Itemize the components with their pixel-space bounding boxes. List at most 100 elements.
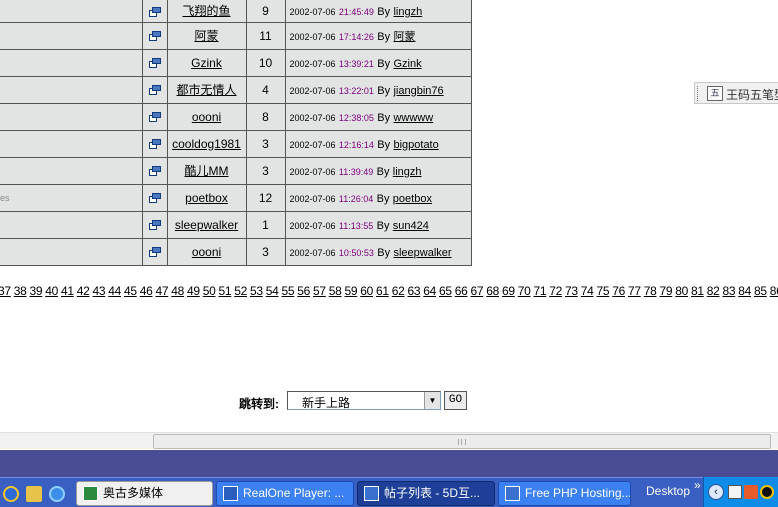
page-link[interactable]: 60	[360, 284, 373, 298]
page-link[interactable]: 71	[534, 284, 547, 298]
thread-title[interactable]: es	[0, 193, 10, 203]
page-link[interactable]: 48	[171, 284, 184, 298]
page-link[interactable]: 84	[738, 284, 751, 298]
last-poster-link[interactable]: lingzh	[393, 6, 422, 18]
dropdown-arrow-icon[interactable]: ▼	[424, 392, 440, 409]
author-link[interactable]: cooldog1981	[172, 137, 241, 151]
thread-popup-icon[interactable]	[148, 58, 161, 69]
page-link[interactable]: 67	[471, 284, 484, 298]
page-link[interactable]: 72	[549, 284, 562, 298]
page-link[interactable]: 63	[408, 284, 421, 298]
author-link[interactable]: 飞翔的鱼	[182, 4, 230, 18]
last-poster-link[interactable]: jiangbin76	[393, 85, 443, 97]
thread-popup-icon[interactable]	[148, 31, 161, 42]
page-link[interactable]: 66	[455, 284, 468, 298]
page-link[interactable]: 45	[124, 284, 137, 298]
page-link[interactable]: 58	[329, 284, 342, 298]
page-link[interactable]: 82	[707, 284, 720, 298]
ime-toolbar[interactable]: 五 王码五笔型	[694, 82, 778, 104]
last-poster-link[interactable]: sun424	[393, 220, 429, 232]
page-link[interactable]: 61	[376, 284, 389, 298]
horizontal-scrollbar[interactable]	[0, 432, 778, 449]
page-link[interactable]: 83	[723, 284, 736, 298]
last-poster-link[interactable]: lingzh	[393, 166, 422, 178]
page-link[interactable]: 56	[297, 284, 310, 298]
ime-name[interactable]: 王码五笔型	[726, 86, 778, 103]
desktop-toolbar[interactable]: Desktop	[638, 478, 694, 507]
page-link[interactable]: 39	[30, 284, 43, 298]
page-link[interactable]: 46	[140, 284, 153, 298]
page-link[interactable]: 50	[203, 284, 216, 298]
thread-popup-icon[interactable]	[148, 6, 161, 17]
page-link[interactable]: 85	[754, 284, 767, 298]
page-link[interactable]: 65	[439, 284, 452, 298]
page-link[interactable]: 81	[691, 284, 704, 298]
page-link[interactable]: 73	[565, 284, 578, 298]
app-tray-icon[interactable]	[744, 485, 758, 499]
thread-popup-icon[interactable]	[148, 193, 161, 204]
page-link[interactable]: 54	[266, 284, 279, 298]
author-link[interactable]: oooni	[192, 245, 221, 259]
page-link[interactable]: 37	[0, 284, 11, 298]
last-poster-link[interactable]: sleepwalker	[393, 247, 451, 259]
page-link[interactable]: 62	[392, 284, 405, 298]
page-link[interactable]: 69	[502, 284, 515, 298]
scrollbar-thumb[interactable]	[153, 434, 771, 449]
taskbar-button[interactable]: RealOne Player: ...	[216, 481, 354, 506]
thread-popup-icon[interactable]	[148, 85, 161, 96]
page-link[interactable]: 44	[108, 284, 121, 298]
taskbar-button[interactable]: 帖子列表 - 5D互...	[357, 481, 495, 506]
page-link[interactable]: 40	[45, 284, 58, 298]
author-link[interactable]: Gzink	[191, 56, 222, 70]
author-link[interactable]: 都市无情人	[176, 83, 236, 97]
page-link[interactable]: 74	[581, 284, 594, 298]
thread-popup-icon[interactable]	[148, 112, 161, 123]
author-link[interactable]: 阿蒙	[194, 29, 218, 43]
page-link[interactable]: 64	[423, 284, 436, 298]
page-link[interactable]: 59	[345, 284, 358, 298]
thread-popup-icon[interactable]	[148, 166, 161, 177]
page-link[interactable]: 49	[187, 284, 200, 298]
forum-jump-select[interactable]: 新手上路 ▼	[287, 391, 441, 410]
last-poster-link[interactable]: 阿蒙	[393, 31, 415, 43]
media-player-icon[interactable]	[3, 486, 19, 502]
page-link[interactable]: 79	[660, 284, 673, 298]
internet-explorer-icon[interactable]	[49, 486, 65, 502]
author-link[interactable]: 酷儿MM	[185, 164, 229, 178]
last-poster-link[interactable]: bigpotato	[393, 139, 438, 151]
last-poster-link[interactable]: Gzink	[393, 58, 421, 70]
page-link[interactable]: 55	[282, 284, 295, 298]
thread-popup-icon[interactable]	[148, 139, 161, 150]
page-link[interactable]: 41	[61, 284, 74, 298]
page-link[interactable]: 70	[518, 284, 531, 298]
thread-popup-icon[interactable]	[148, 220, 161, 231]
page-link[interactable]: 52	[234, 284, 247, 298]
ime-logo-icon[interactable]: 五	[707, 86, 723, 101]
page-link[interactable]: 75	[597, 284, 610, 298]
page-link[interactable]: 68	[486, 284, 499, 298]
page-link[interactable]: 77	[628, 284, 641, 298]
page-link[interactable]: 57	[313, 284, 326, 298]
author-link[interactable]: oooni	[192, 110, 221, 124]
taskbar-button[interactable]: 奥古多媒体	[76, 481, 213, 506]
page-link[interactable]: 76	[612, 284, 625, 298]
qq-icon[interactable]	[760, 485, 774, 499]
page-link[interactable]: 78	[644, 284, 657, 298]
last-poster-link[interactable]: wwwww	[393, 112, 433, 124]
page-link[interactable]: 80	[675, 284, 688, 298]
page-link[interactable]: 53	[250, 284, 263, 298]
go-button[interactable]: GO	[444, 391, 467, 410]
page-link[interactable]: 51	[219, 284, 232, 298]
taskbar-button[interactable]: Free PHP Hosting...	[498, 481, 631, 506]
ime-tray-icon[interactable]	[728, 485, 742, 499]
thread-popup-icon[interactable]	[148, 247, 161, 258]
page-link[interactable]: 47	[156, 284, 169, 298]
last-poster-link[interactable]: poetbox	[393, 193, 432, 205]
page-link[interactable]: 43	[93, 284, 106, 298]
tray-expand-icon[interactable]: ‹	[708, 484, 724, 500]
toolbar-chevron-icon[interactable]: »	[694, 479, 701, 491]
ime-grip-handle[interactable]	[697, 86, 700, 101]
page-link[interactable]: 86	[770, 284, 778, 298]
page-link[interactable]: 38	[14, 284, 27, 298]
author-link[interactable]: sleepwalker	[175, 218, 238, 232]
